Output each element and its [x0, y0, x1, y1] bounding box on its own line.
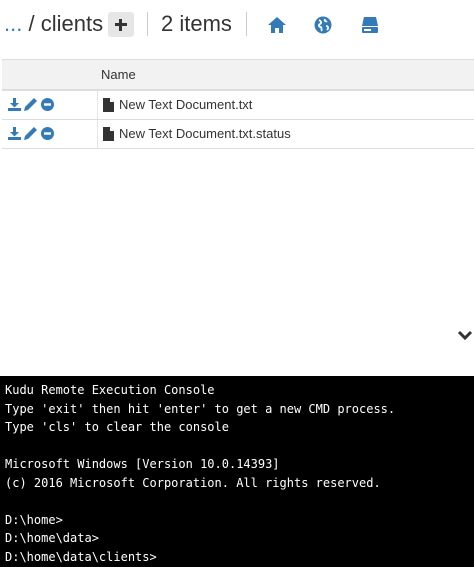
chevron-down-icon[interactable] [457, 329, 473, 343]
edit-icon[interactable] [24, 98, 37, 111]
globe-icon[interactable] [313, 15, 333, 35]
delete-icon[interactable] [41, 127, 54, 140]
file-table: Name New Text Document.txt New Text Docu… [2, 59, 474, 149]
table-header: Name [2, 60, 474, 91]
item-count: 2 items [161, 11, 232, 36]
console-line: Microsoft Windows [Version 10.0.14393] [5, 457, 280, 471]
console-line: (c) 2016 Microsoft Corporation. All righ… [5, 475, 381, 490]
table-row[interactable]: New Text Document.txt [2, 91, 474, 120]
drive-icon[interactable] [360, 15, 380, 35]
download-icon[interactable] [8, 98, 21, 111]
console-prompt-line[interactable]: D:\home\data\clients> [5, 548, 474, 567]
breadcrumb-parent-link[interactable]: ... [4, 11, 22, 36]
add-plus-icon-button[interactable] [108, 12, 134, 37]
console-line: D:\home> [5, 512, 63, 527]
table-row[interactable]: New Text Document.txt.status [2, 120, 474, 149]
home-icon[interactable] [267, 15, 287, 35]
console-line: D:\home\data> [5, 531, 99, 545]
delete-icon[interactable] [41, 98, 54, 111]
column-divider [97, 120, 98, 148]
breadcrumb: ... / clients [4, 11, 103, 37]
column-header-name[interactable]: Name [101, 67, 136, 82]
console-line: Type 'cls' to clear the console [5, 420, 229, 434]
console-line: Kudu Remote Execution Console [5, 383, 215, 397]
file-name[interactable]: New Text Document.txt.status [119, 126, 291, 141]
toolbar-divider [246, 12, 247, 36]
file-browser-toolbar: ... / clients 2 items [0, 0, 474, 48]
breadcrumb-current-folder: clients [40, 11, 104, 36]
column-divider [97, 91, 98, 119]
console-line: Type 'exit' then hit 'enter' to get a ne… [5, 401, 396, 416]
toolbar-divider [147, 12, 148, 36]
file-name[interactable]: New Text Document.txt [119, 97, 252, 112]
edit-icon[interactable] [24, 127, 37, 140]
file-icon [103, 127, 114, 141]
breadcrumb-separator: / [28, 11, 35, 36]
download-icon[interactable] [8, 127, 21, 140]
command-console[interactable]: Kudu Remote Execution Console Type 'exit… [0, 376, 474, 567]
file-icon [103, 98, 114, 112]
